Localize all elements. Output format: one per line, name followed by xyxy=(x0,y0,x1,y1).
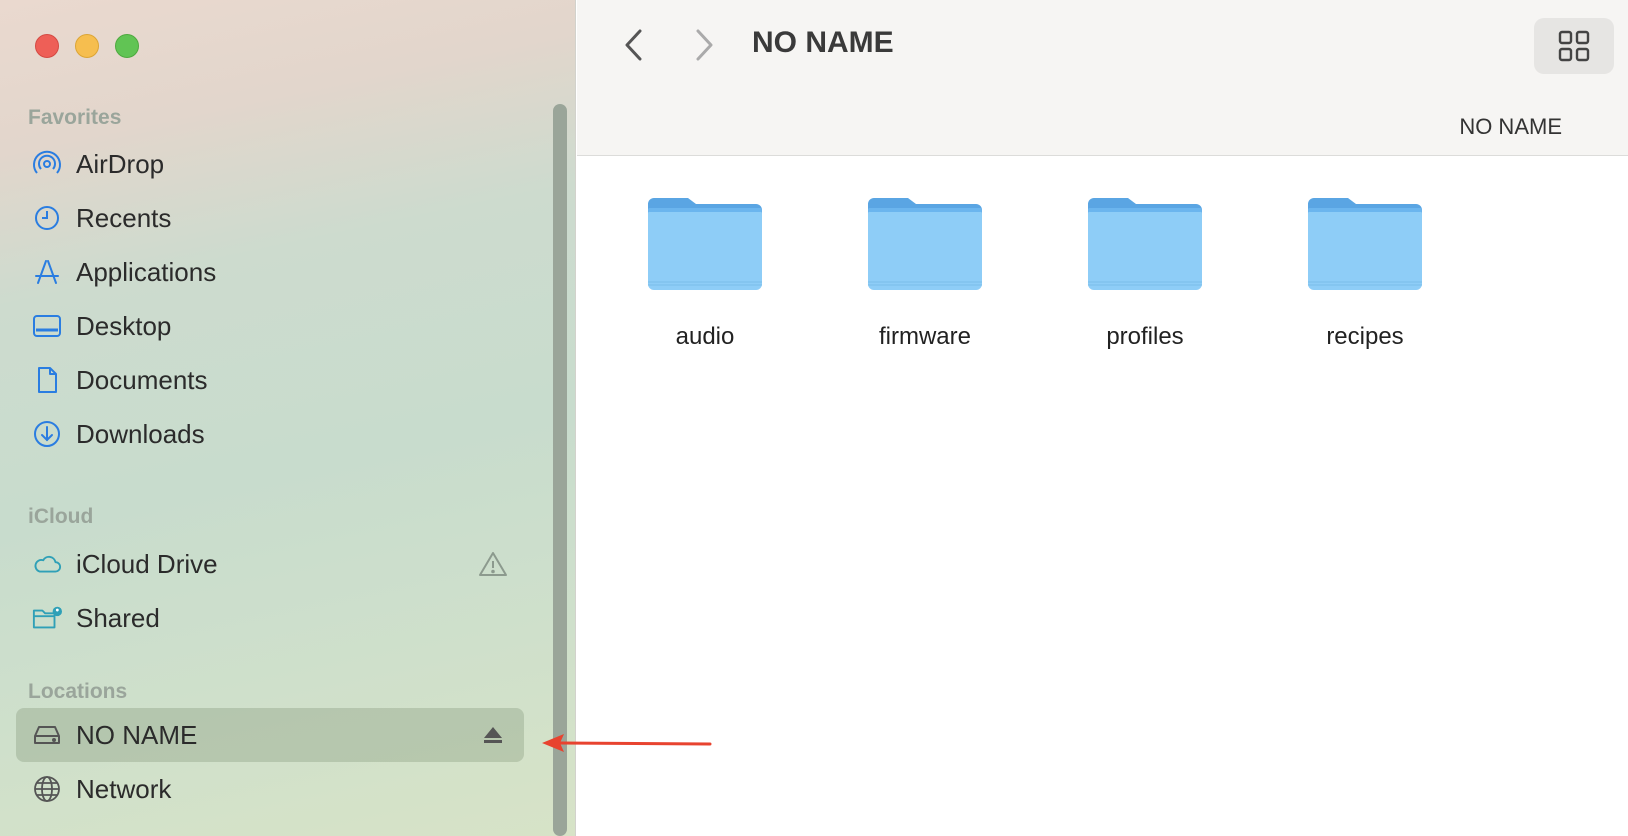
applications-icon xyxy=(32,257,62,287)
window-title: NO NAME xyxy=(752,26,894,59)
forward-button[interactable] xyxy=(684,24,724,66)
eject-icon[interactable] xyxy=(478,720,508,750)
sidebar-item-label: Recents xyxy=(76,202,172,233)
sidebar-item-applications[interactable]: Applications xyxy=(16,245,524,299)
sidebar-item-icloud-drive[interactable]: iCloud Drive xyxy=(16,537,524,591)
section-title-icloud: iCloud xyxy=(28,505,94,528)
sidebar-item-label: AirDrop xyxy=(76,148,165,179)
close-window-button[interactable] xyxy=(35,34,59,58)
annotation-arrow-icon xyxy=(542,734,712,752)
folder-item[interactable]: profiles xyxy=(1060,190,1230,370)
folder-item[interactable]: firmware xyxy=(840,190,1010,370)
sidebar-item-label: iCloud Drive xyxy=(76,548,218,579)
sidebar-item-documents[interactable]: Documents xyxy=(16,353,524,407)
chevron-left-icon xyxy=(625,29,642,61)
folder-name: profiles xyxy=(1106,323,1184,350)
folder-icon xyxy=(1088,198,1202,290)
sidebar-item-desktop[interactable]: Desktop xyxy=(16,299,524,353)
chevron-right-icon xyxy=(696,29,713,61)
sidebar: Favorites AirDrop Recents Applications D… xyxy=(0,0,576,836)
folder-icon xyxy=(1308,198,1422,290)
globe-icon xyxy=(32,774,62,804)
cloud-icon xyxy=(32,549,62,579)
grid-icon xyxy=(1558,30,1590,62)
folder-name: firmware xyxy=(878,323,971,350)
download-icon xyxy=(32,419,62,449)
sidebar-item-label: Applications xyxy=(76,256,217,287)
sidebar-item-network[interactable]: Network xyxy=(16,762,524,816)
sidebar-scrollbar[interactable] xyxy=(553,104,567,836)
shared-folder-icon xyxy=(32,603,62,633)
folder-name: audio xyxy=(675,323,735,350)
sidebar-item-label: Network xyxy=(76,773,172,804)
minimize-window-button[interactable] xyxy=(75,34,99,58)
path-bar: NO NAME xyxy=(577,90,1628,156)
airdrop-icon xyxy=(32,149,62,179)
document-icon xyxy=(32,365,62,395)
icon-view-button[interactable] xyxy=(1534,18,1614,74)
clock-icon xyxy=(32,203,62,233)
folder-item[interactable]: audio xyxy=(620,190,790,370)
folder-name: recipes xyxy=(1326,323,1404,350)
drive-icon xyxy=(32,720,62,750)
warning-icon[interactable] xyxy=(478,549,508,579)
sidebar-item-label: NO NAME xyxy=(76,719,198,750)
sidebar-item-recents[interactable]: Recents xyxy=(16,191,524,245)
sidebar-item-label: Shared xyxy=(76,602,160,633)
toolbar xyxy=(577,0,1628,90)
desktop-icon xyxy=(32,311,62,341)
sidebar-item-no-name[interactable]: NO NAME xyxy=(16,708,524,762)
sidebar-item-downloads[interactable]: Downloads xyxy=(16,407,524,461)
section-title-locations: Locations xyxy=(28,680,128,703)
sidebar-item-label: Downloads xyxy=(76,418,205,449)
sidebar-item-shared[interactable]: Shared xyxy=(16,591,524,645)
sidebar-item-airdrop[interactable]: AirDrop xyxy=(16,137,524,191)
folder-icon xyxy=(868,198,982,290)
folder-item[interactable]: recipes xyxy=(1280,190,1450,370)
path-label: NO NAME xyxy=(1459,114,1562,139)
zoom-window-button[interactable] xyxy=(115,34,139,58)
back-button[interactable] xyxy=(614,24,654,66)
sidebar-item-label: Documents xyxy=(76,364,208,395)
section-title-favorites: Favorites xyxy=(28,106,122,129)
folder-icon xyxy=(648,198,762,290)
sidebar-item-label: Desktop xyxy=(76,310,172,341)
